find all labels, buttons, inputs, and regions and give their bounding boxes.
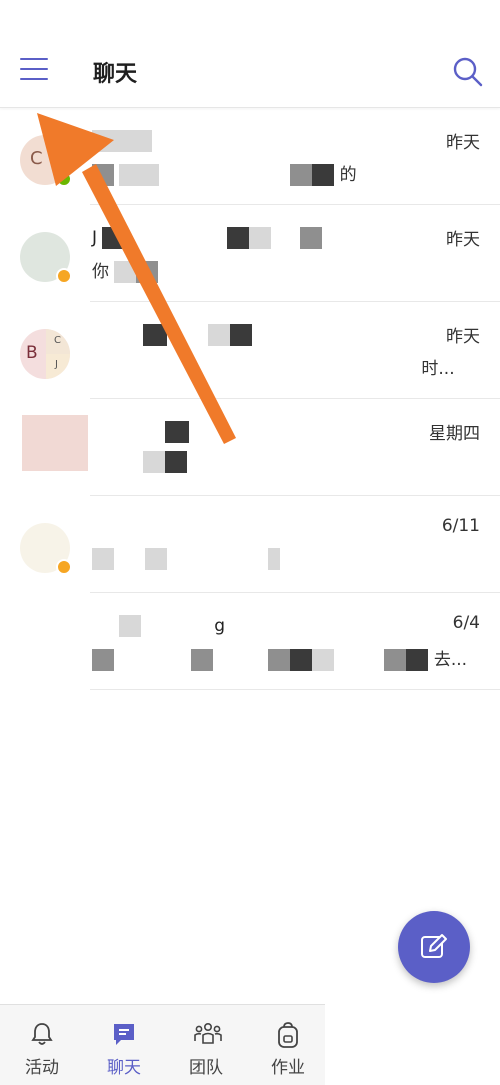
chat-name: J (92, 227, 323, 249)
chat-preview: 你 (92, 257, 159, 283)
avatar-sub-initial: C (54, 335, 61, 346)
chat-icon (114, 1024, 134, 1045)
chat-time: 昨天 (446, 327, 480, 347)
app-header: 聊天 (0, 0, 500, 108)
chat-list-item[interactable]: B C J 昨天 时... (0, 302, 500, 399)
chat-time: 昨天 (446, 230, 480, 250)
nav-label: 活动 (25, 1058, 59, 1078)
presence-away-dot (56, 559, 72, 575)
compose-icon (421, 934, 447, 958)
backpack-icon (278, 1022, 298, 1048)
avatar-initial: B (26, 343, 38, 363)
chat-preview (92, 548, 280, 570)
chat-time: 昨天 (446, 133, 480, 153)
hamburger-menu-icon[interactable] (20, 58, 50, 82)
chat-time: 星期四 (429, 424, 480, 444)
chat-preview: 时... (421, 359, 455, 379)
presence-away-dot (56, 268, 72, 284)
nav-label: 聊天 (107, 1058, 141, 1078)
chat-time: 6/11 (441, 516, 480, 536)
chat-list-item[interactable]: 昨天 J 你 (0, 205, 500, 302)
nav-teams[interactable]: 团队 (166, 1005, 246, 1085)
chat-list: C 昨天 的 昨天 J 你 B C J 昨天 时... 星期四 6/11 6/4… (0, 108, 500, 690)
chat-name (92, 324, 253, 346)
chat-preview: 的 (92, 160, 357, 186)
chat-name (92, 421, 190, 443)
nav-label: 作业 (271, 1058, 305, 1078)
nav-assignments[interactable]: 作业 (248, 1005, 328, 1085)
new-chat-button[interactable] (398, 911, 470, 983)
search-icon[interactable] (452, 56, 484, 88)
avatar (22, 415, 88, 471)
chat-list-item[interactable]: 星期四 (0, 399, 500, 496)
nav-label: 团队 (189, 1058, 223, 1078)
bell-icon (31, 1023, 53, 1045)
chat-preview: 去... (92, 645, 467, 671)
nav-activity[interactable]: 活动 (2, 1005, 82, 1085)
avatar-initial: C (30, 148, 43, 169)
chat-name (92, 130, 152, 152)
chat-name: g (92, 615, 225, 637)
chat-list-item[interactable]: 6/4 g 去... (0, 593, 500, 690)
teams-icon (194, 1022, 222, 1044)
avatar-sub-initial: J (55, 359, 58, 370)
chat-preview (92, 451, 188, 473)
chat-list-item[interactable]: 6/11 (0, 496, 500, 593)
nav-chat[interactable]: 聊天 (84, 1005, 164, 1085)
chat-time: 6/4 (452, 613, 480, 633)
bottom-navigation: 活动 聊天 团队 作业 (0, 1004, 325, 1085)
group-avatar: B C J (20, 329, 70, 379)
presence-dot (56, 171, 72, 187)
chat-list-item[interactable]: C 昨天 的 (0, 108, 500, 205)
page-title: 聊天 (93, 62, 138, 87)
